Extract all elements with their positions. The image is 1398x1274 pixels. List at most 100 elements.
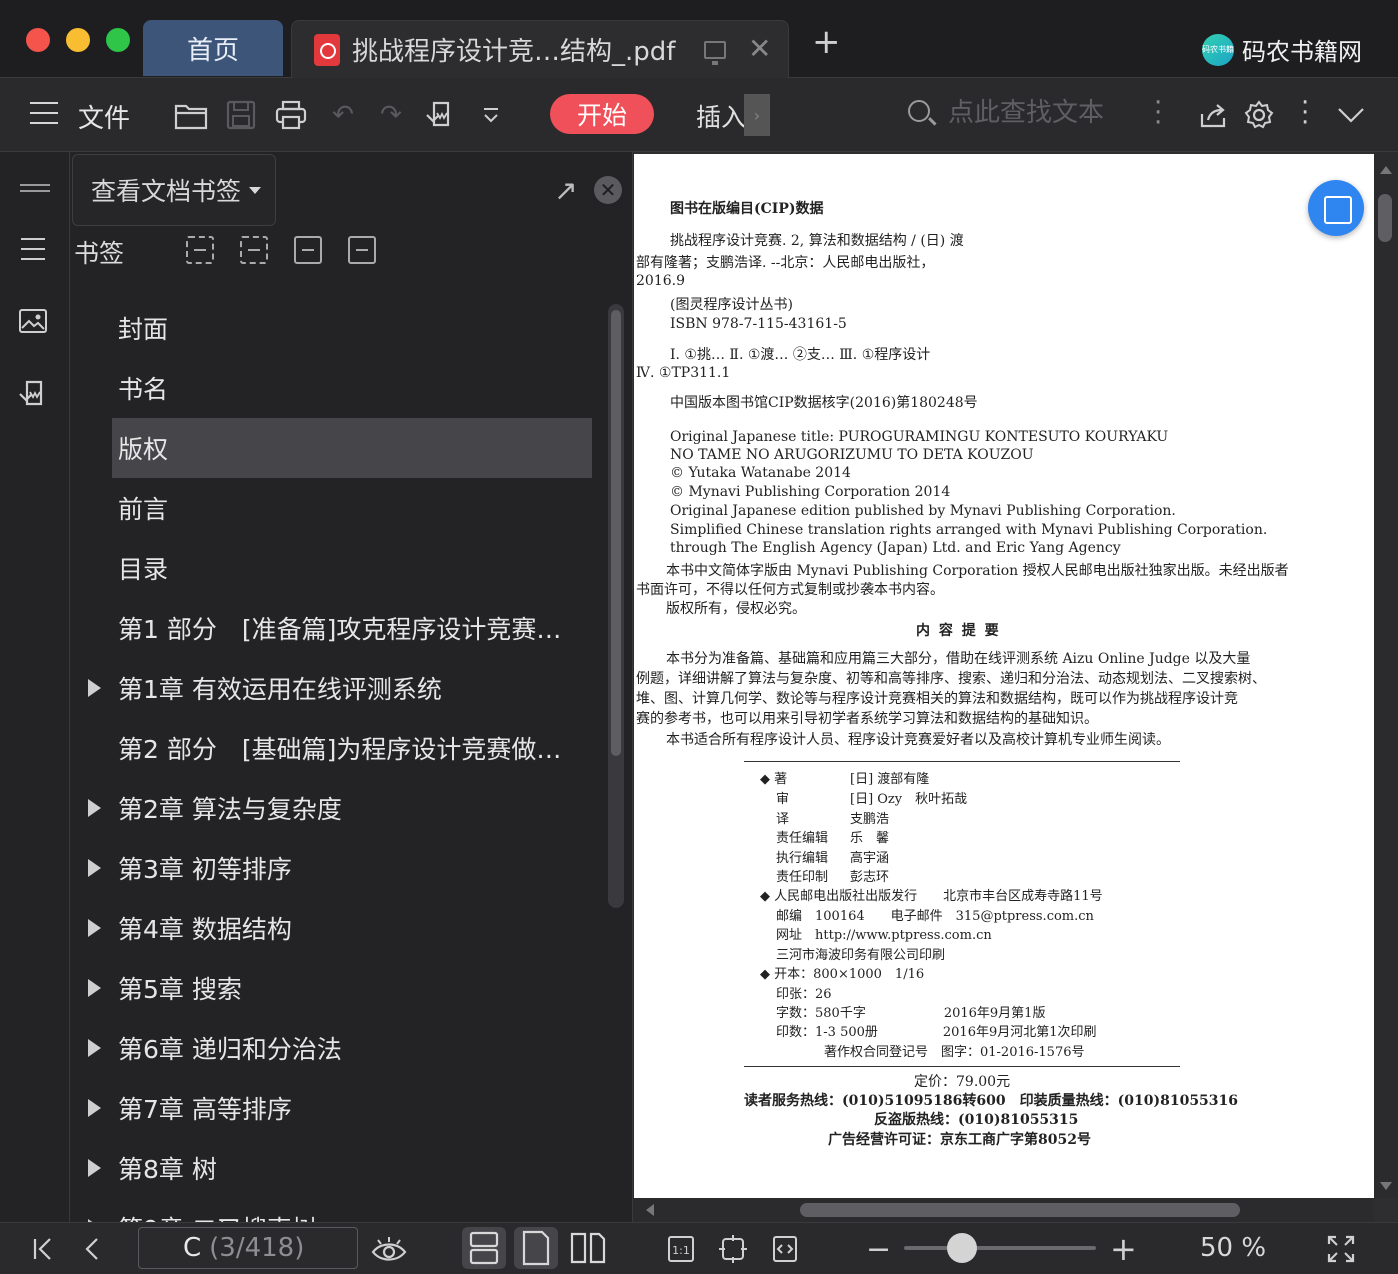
bookmark-item[interactable]: 第6章 递归和分治法 bbox=[70, 1018, 602, 1078]
bookmark-item[interactable]: 目录 bbox=[70, 538, 602, 598]
divider-top bbox=[744, 761, 1180, 762]
floating-tool-button[interactable] bbox=[1308, 180, 1364, 236]
document-vertical-scrollbar[interactable] bbox=[1374, 152, 1398, 1198]
file-menu[interactable]: 文件 bbox=[78, 98, 130, 135]
bookmark-item[interactable]: 第3章 初等排序 bbox=[70, 838, 602, 898]
document-horizontal-scrollbar[interactable] bbox=[634, 1198, 1374, 1222]
bookmark-item[interactable]: 封面 bbox=[70, 298, 602, 358]
undo-icon: ↶ bbox=[332, 100, 354, 130]
search-icon[interactable] bbox=[908, 100, 930, 122]
zoom-window-button[interactable] bbox=[106, 28, 130, 52]
close-panel-icon[interactable]: ✕ bbox=[594, 176, 622, 204]
expand-triangle-icon[interactable] bbox=[88, 799, 101, 817]
redo-icon: ↷ bbox=[380, 100, 402, 130]
bookmark-item-label: 第2 部分 [基础篇]为程序设计竞赛做… bbox=[118, 735, 562, 764]
expand-all-bookmarks-icon[interactable] bbox=[186, 236, 214, 264]
continuous-scroll-view-button[interactable] bbox=[462, 1227, 506, 1269]
credit-role: ◆ 著 bbox=[760, 772, 788, 787]
share-icon[interactable] bbox=[1196, 98, 1230, 132]
previous-page-icon[interactable] bbox=[82, 1233, 102, 1265]
settings-gear-icon[interactable] bbox=[1242, 98, 1276, 132]
search-input[interactable] bbox=[948, 98, 1138, 128]
delete-bookmark-icon[interactable] bbox=[348, 236, 376, 264]
summary-line: 例题，详细讲解了算法与复杂度、初等和高等排序、搜索、递归和分治法、动态规划法、二… bbox=[636, 671, 1266, 687]
single-page-view-button[interactable] bbox=[514, 1227, 558, 1269]
thumbnail-image-icon[interactable] bbox=[18, 308, 52, 338]
vertical-scroll-thumb[interactable] bbox=[1378, 194, 1392, 242]
expand-triangle-icon[interactable] bbox=[88, 919, 101, 937]
cip-line: 中国版本图书馆CIP数据核字(2016)第180248号 bbox=[670, 395, 978, 411]
zoom-in-icon[interactable]: + bbox=[1110, 1230, 1137, 1268]
actual-size-icon[interactable]: 1:1 bbox=[666, 1233, 696, 1265]
fit-page-icon[interactable] bbox=[718, 1233, 748, 1265]
hotline-service: 读者服务热线：(010)51095186转600 印装质量热线：(010)810… bbox=[744, 1093, 1239, 1109]
expand-triangle-icon[interactable] bbox=[88, 679, 101, 697]
annotation-export-icon[interactable] bbox=[18, 378, 52, 408]
collapse-all-bookmarks-icon[interactable] bbox=[240, 236, 268, 264]
save-icon bbox=[224, 98, 258, 132]
expand-triangle-icon[interactable] bbox=[88, 859, 101, 877]
collapse-toolbar-chevron-icon[interactable] bbox=[1334, 98, 1368, 132]
expand-triangle-icon[interactable] bbox=[88, 979, 101, 997]
tab-home[interactable]: 首页 bbox=[143, 20, 283, 76]
export-pdf-icon[interactable] bbox=[424, 98, 458, 132]
more-options-icon[interactable]: · · · bbox=[1301, 90, 1309, 136]
fit-width-icon[interactable] bbox=[770, 1233, 800, 1265]
rights-line: NO TAME NO ARUGORIZUMU TO DETA KOUZOU bbox=[670, 447, 1034, 463]
bookmark-item[interactable]: 第2 部分 [基础篇]为程序设计竞赛做… bbox=[70, 718, 602, 778]
two-page-view-button[interactable] bbox=[566, 1227, 610, 1269]
tab-insert[interactable]: 插入 bbox=[696, 98, 746, 134]
bookmark-item-label: 第4章 数据结构 bbox=[118, 915, 292, 944]
bookmark-item-label: 书名 bbox=[118, 375, 169, 404]
zoom-slider-track[interactable] bbox=[904, 1246, 1096, 1250]
pdf-reader-window: 首页 挑战程序设计竞…结构_.pdf ✕ + 码农书籍 码农书籍网 文件 ↶ ↷ bbox=[0, 0, 1398, 1274]
bookmark-scrollbar[interactable] bbox=[608, 304, 624, 908]
expand-triangle-icon[interactable] bbox=[88, 1099, 101, 1117]
close-window-button[interactable] bbox=[26, 28, 50, 52]
bookmark-item[interactable]: 第4章 数据结构 bbox=[70, 898, 602, 958]
expand-triangle-icon[interactable] bbox=[88, 1159, 101, 1177]
toolbar-scroll-right-icon[interactable]: › bbox=[744, 94, 770, 136]
bookmark-item-label: 第1章 有效运用在线评测系统 bbox=[118, 675, 442, 704]
bookmark-item[interactable]: 第2章 算法与复杂度 bbox=[70, 778, 602, 838]
close-tab-icon[interactable]: ✕ bbox=[748, 33, 771, 65]
bookmark-view-dropdown[interactable]: 查看文档书签 bbox=[72, 154, 276, 226]
tab-document[interactable]: 挑战程序设计竞…结构_.pdf ✕ bbox=[291, 20, 789, 78]
zoom-level[interactable]: 50 % bbox=[1200, 1233, 1266, 1263]
page-current: C bbox=[183, 1233, 202, 1263]
add-bookmark-icon[interactable] bbox=[294, 236, 322, 264]
horizontal-scroll-thumb[interactable] bbox=[800, 1203, 1240, 1217]
bookmark-item[interactable]: 书名 bbox=[70, 358, 602, 418]
scroll-left-arrow-icon[interactable] bbox=[646, 1204, 654, 1216]
monitor-icon[interactable] bbox=[704, 41, 726, 65]
first-page-icon[interactable] bbox=[30, 1233, 56, 1265]
print-icon[interactable] bbox=[274, 98, 308, 132]
bookmark-item[interactable]: 前言 bbox=[70, 478, 602, 538]
zoom-slider-knob[interactable] bbox=[946, 1233, 977, 1263]
bookmark-item[interactable]: 第5章 搜索 bbox=[70, 958, 602, 1018]
zoom-out-icon[interactable]: − bbox=[866, 1232, 891, 1267]
open-folder-icon[interactable] bbox=[174, 98, 208, 132]
bookmark-item[interactable]: 第8章 树 bbox=[70, 1138, 602, 1198]
hamburger-menu-icon[interactable] bbox=[30, 102, 58, 124]
scroll-down-arrow-icon[interactable] bbox=[1380, 1182, 1392, 1190]
bookmark-item-label: 第3章 初等排序 bbox=[118, 855, 292, 884]
bookmark-item[interactable]: 第7章 高等排序 bbox=[70, 1078, 602, 1138]
page-number-input[interactable]: C (3/418) bbox=[138, 1227, 358, 1269]
outline-list-icon[interactable] bbox=[18, 236, 52, 266]
scroll-up-arrow-icon[interactable] bbox=[1380, 166, 1392, 174]
hotline-antipiracy: 反盗版热线：(010)81055315 bbox=[874, 1112, 1079, 1128]
panel-grip-icon[interactable] bbox=[18, 178, 52, 208]
eye-care-mode-icon[interactable] bbox=[370, 1233, 408, 1265]
tab-start[interactable]: 开始 bbox=[550, 94, 654, 134]
pop-out-panel-icon[interactable]: ↗ bbox=[554, 174, 577, 207]
more-tools-dropdown-icon[interactable] bbox=[474, 98, 508, 132]
minimize-window-button[interactable] bbox=[66, 28, 90, 52]
fullscreen-icon[interactable] bbox=[1326, 1233, 1356, 1265]
bookmark-item[interactable]: 版权 bbox=[112, 418, 592, 478]
bookmark-item[interactable]: 第1章 有效运用在线评测系统 bbox=[70, 658, 602, 718]
expand-triangle-icon[interactable] bbox=[88, 1039, 101, 1057]
bookmark-item[interactable]: 第1 部分 [准备篇]攻克程序设计竞赛… bbox=[70, 598, 602, 658]
brand-name: 码农书籍网 bbox=[1242, 38, 1362, 66]
new-tab-button[interactable]: + bbox=[812, 25, 841, 59]
